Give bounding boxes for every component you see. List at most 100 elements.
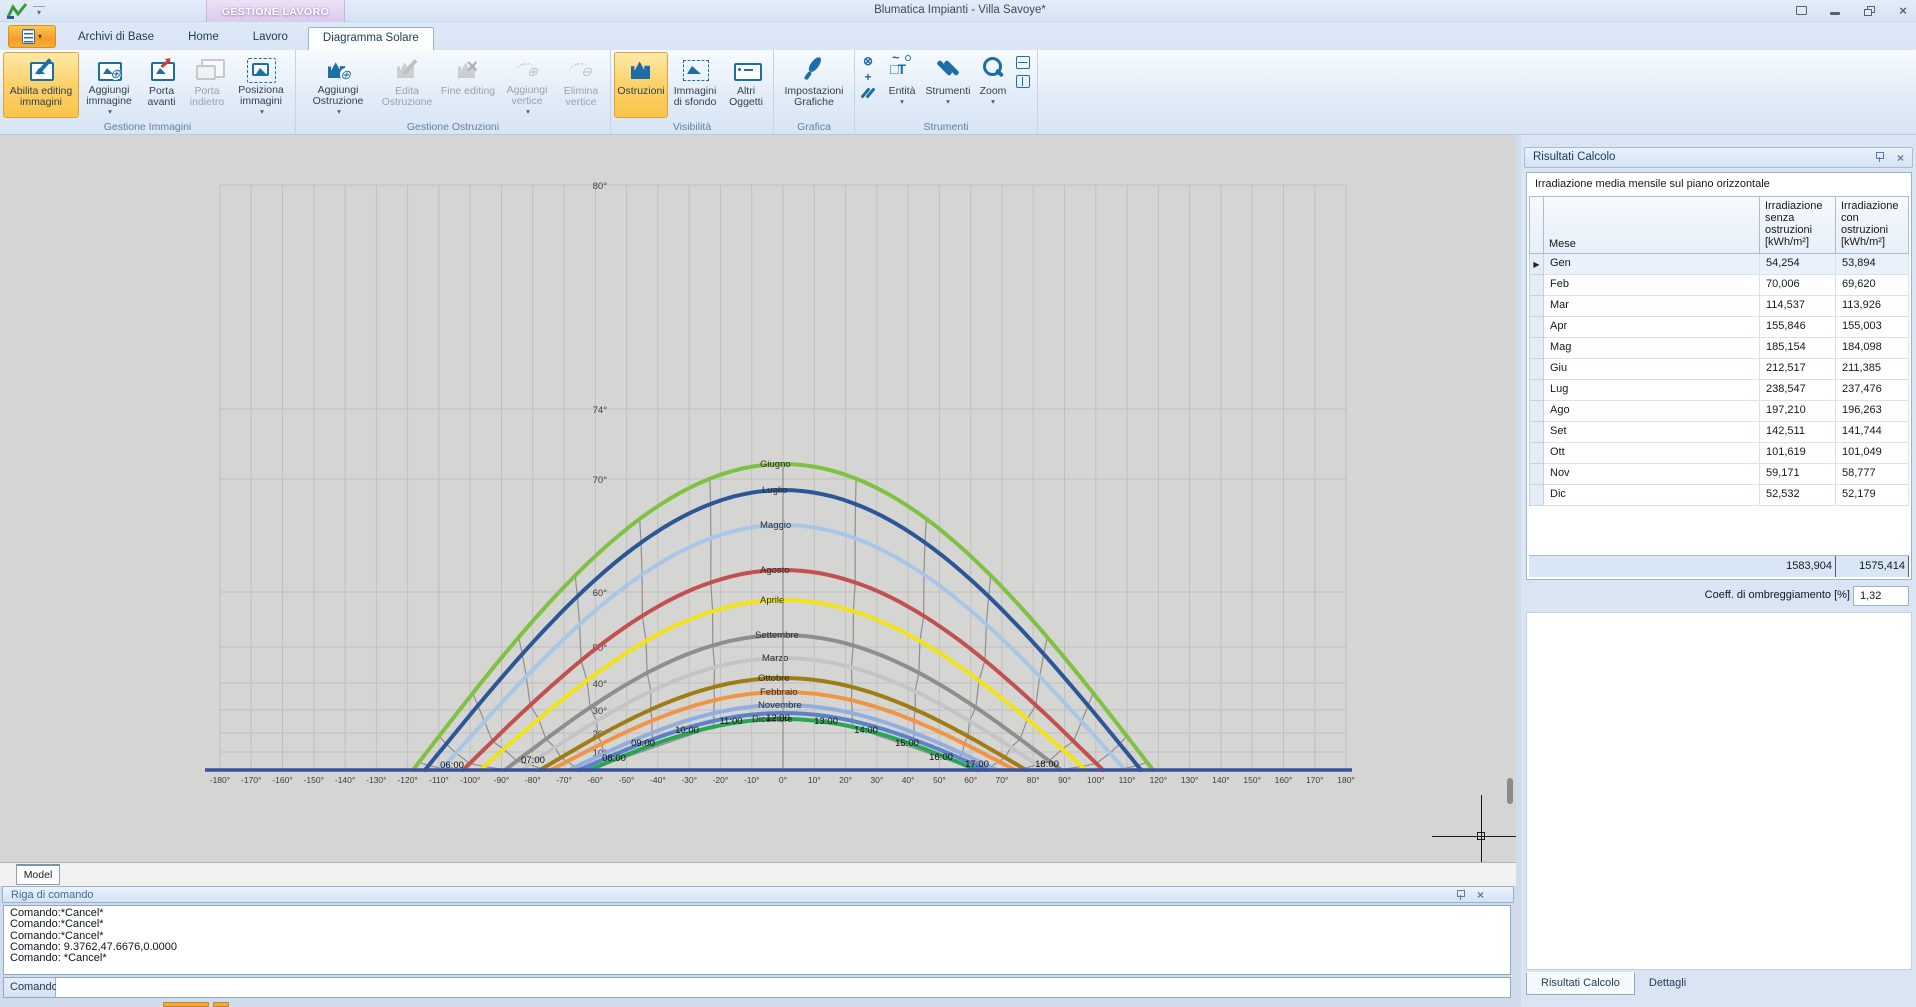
- impostazioni-grafiche-button[interactable]: Impostazioni Grafiche: [777, 52, 851, 118]
- row-selector[interactable]: [1529, 296, 1544, 317]
- command-input[interactable]: [56, 978, 1510, 997]
- table-row-set[interactable]: Set142,511141,744: [1529, 422, 1909, 443]
- cell-con: 155,003: [1836, 317, 1909, 338]
- crosshair-pickbox: [1477, 832, 1485, 840]
- elimina-vertice-button[interactable]: Elimina vertice: [555, 52, 607, 118]
- row-selector[interactable]: [1529, 317, 1544, 338]
- azimuth-tick-label: -170°: [241, 775, 261, 785]
- split-vertical-icon[interactable]: [1016, 75, 1030, 88]
- tab-home[interactable]: Home: [174, 27, 233, 50]
- table-row-ott[interactable]: Ott101,619101,049: [1529, 443, 1909, 464]
- close-icon[interactable]: ×: [1897, 151, 1904, 165]
- azimuth-tick-label: -30°: [681, 775, 697, 785]
- row-selector[interactable]: ▶: [1529, 254, 1544, 275]
- aggiungi-vertice-button[interactable]: Aggiungi vertice▾: [499, 52, 555, 118]
- azimuth-tick-label: -10°: [744, 775, 760, 785]
- fine-editing-button[interactable]: Fine editing: [437, 52, 499, 118]
- tab-risultati-calcolo[interactable]: Risultati Calcolo: [1526, 972, 1635, 995]
- aggiungi-ostruzione-button[interactable]: Aggiungi Ostruzione▾: [299, 52, 377, 118]
- hour-label-0800: 08:00: [602, 753, 626, 764]
- azimuth-tick-label: -130°: [366, 775, 386, 785]
- fit-window-icon[interactable]: [1790, 3, 1812, 18]
- split-horizontal-icon[interactable]: [1016, 56, 1030, 69]
- cut-off-button[interactable]: [163, 1002, 209, 1007]
- minimize-icon[interactable]: [1824, 3, 1846, 18]
- tab-diagramma-solare[interactable]: Diagramma Solare: [308, 27, 434, 50]
- ribbon-tab-row: ▾ Archivi di Base Home Lavoro Diagramma Sol…: [0, 22, 1916, 50]
- hatch-icon[interactable]: [858, 86, 878, 101]
- cell-con: 113,926: [1836, 296, 1909, 317]
- strumenti-button[interactable]: Strumenti▾: [922, 52, 974, 118]
- ribbon-tabs: Archivi di Base Home Lavoro Diagramma Solar…: [64, 27, 434, 50]
- row-selector[interactable]: [1529, 338, 1544, 359]
- drawing-canvas[interactable]: 80°74°70°60°50°40°30°20°10°-180°-170°-16…: [0, 135, 1516, 862]
- tab-dettagli[interactable]: Dettagli: [1635, 973, 1700, 995]
- pin-icon[interactable]: [1874, 151, 1884, 163]
- table-row-lug[interactable]: Lug238,547237,476: [1529, 380, 1909, 401]
- ostruzioni-button[interactable]: Ostruzioni: [614, 52, 668, 118]
- aggiungi-immagine-button[interactable]: Aggiungi immagine▾: [79, 52, 139, 118]
- row-selector[interactable]: [1529, 485, 1544, 506]
- cut-off-button[interactable]: [213, 1002, 229, 1007]
- chevron-down-icon: ▾: [38, 32, 42, 41]
- row-selector[interactable]: [1529, 464, 1544, 485]
- quick-access-arrow-icon[interactable]: ▾: [33, 6, 45, 17]
- vertical-scrollbar-thumb[interactable]: [1507, 778, 1513, 804]
- zoom-button[interactable]: Zoom▾: [974, 52, 1012, 118]
- hour-label-1600: 16:00: [929, 752, 953, 763]
- entit--button[interactable]: Entità▾: [882, 52, 922, 118]
- row-selector[interactable]: [1529, 275, 1544, 296]
- deselect-icon[interactable]: ⊗: [858, 54, 878, 69]
- move-icon[interactable]: +: [858, 70, 878, 85]
- pin-icon[interactable]: [1453, 889, 1467, 901]
- cell-con: 58,777: [1836, 464, 1909, 485]
- cell-mese: Mar: [1544, 296, 1760, 317]
- tab-model[interactable]: Model: [16, 864, 60, 885]
- posiziona-immagini-button[interactable]: Posiziona immagini▾: [230, 52, 292, 118]
- table-row-giu[interactable]: Giu212,517211,385: [1529, 359, 1909, 380]
- tab-lavoro[interactable]: Lavoro: [239, 27, 302, 50]
- entity-icon: [887, 55, 917, 85]
- hour-label-1800: 18:00: [1035, 759, 1059, 770]
- altitude-tick-label: 70°: [593, 475, 608, 486]
- restore-icon[interactable]: [1858, 3, 1880, 18]
- row-selector[interactable]: [1529, 422, 1544, 443]
- results-panel-tabs: Risultati Calcolo Dettagli: [1526, 973, 1700, 995]
- table-row-mag[interactable]: Mag185,154184,098: [1529, 338, 1909, 359]
- ribbon-group-title: Gestione Immagini: [0, 121, 295, 133]
- azimuth-tick-label: 160°: [1275, 775, 1293, 785]
- edita-ostruzione-button[interactable]: Edita Ostruzione: [377, 52, 437, 118]
- close-icon[interactable]: ×: [1892, 3, 1914, 18]
- azimuth-tick-label: -50°: [619, 775, 635, 785]
- porta-indietro-button[interactable]: Porta indietro: [184, 52, 230, 118]
- abilita-editing-immagini-button[interactable]: Abilita editing immagini: [3, 52, 79, 118]
- row-selector[interactable]: [1529, 401, 1544, 422]
- porta-avanti-button[interactable]: Porta avanti: [139, 52, 184, 118]
- button-label: Porta avanti: [141, 86, 182, 108]
- table-row-ago[interactable]: Ago197,210196,263: [1529, 401, 1909, 422]
- table-row-nov[interactable]: Nov59,17158,777: [1529, 464, 1909, 485]
- totals-row: 1583,904 1575,414: [1529, 555, 1909, 577]
- application-window: ▾ GESTIONE LAVORO Blumatica Impianti - V…: [0, 0, 1916, 1007]
- row-selector[interactable]: [1529, 380, 1544, 401]
- row-selector[interactable]: [1529, 443, 1544, 464]
- table-row-gen[interactable]: ▶Gen54,25453,894: [1529, 254, 1909, 275]
- zoom-lens-icon: [978, 55, 1008, 85]
- row-selector[interactable]: [1529, 359, 1544, 380]
- table-row-apr[interactable]: Apr155,846155,003: [1529, 317, 1909, 338]
- command-history[interactable]: Comando:*Cancel*Comando:*Cancel*Comando:…: [3, 905, 1511, 975]
- tab-archivi-di-base[interactable]: Archivi di Base: [64, 27, 168, 50]
- ribbon-group-title: Gestione Ostruzioni: [296, 121, 610, 133]
- crosshair-cursor: [1432, 836, 1516, 837]
- altri-oggetti-button[interactable]: Altri Oggetti: [722, 52, 770, 118]
- month-label-marzo: Marzo: [762, 653, 788, 664]
- app-logo-icon[interactable]: [6, 2, 28, 20]
- table-row-mar[interactable]: Mar114,537113,926: [1529, 296, 1909, 317]
- chevron-down-icon: ▾: [260, 107, 264, 116]
- cell-con: 101,049: [1836, 443, 1909, 464]
- table-row-feb[interactable]: Feb70,00669,620: [1529, 275, 1909, 296]
- immagini-di-sfondo-button[interactable]: Immagini di sfondo: [668, 52, 722, 118]
- close-icon[interactable]: ×: [1477, 889, 1491, 901]
- application-menu-button[interactable]: ▾: [8, 25, 56, 48]
- table-row-dic[interactable]: Dic52,53252,179: [1529, 485, 1909, 506]
